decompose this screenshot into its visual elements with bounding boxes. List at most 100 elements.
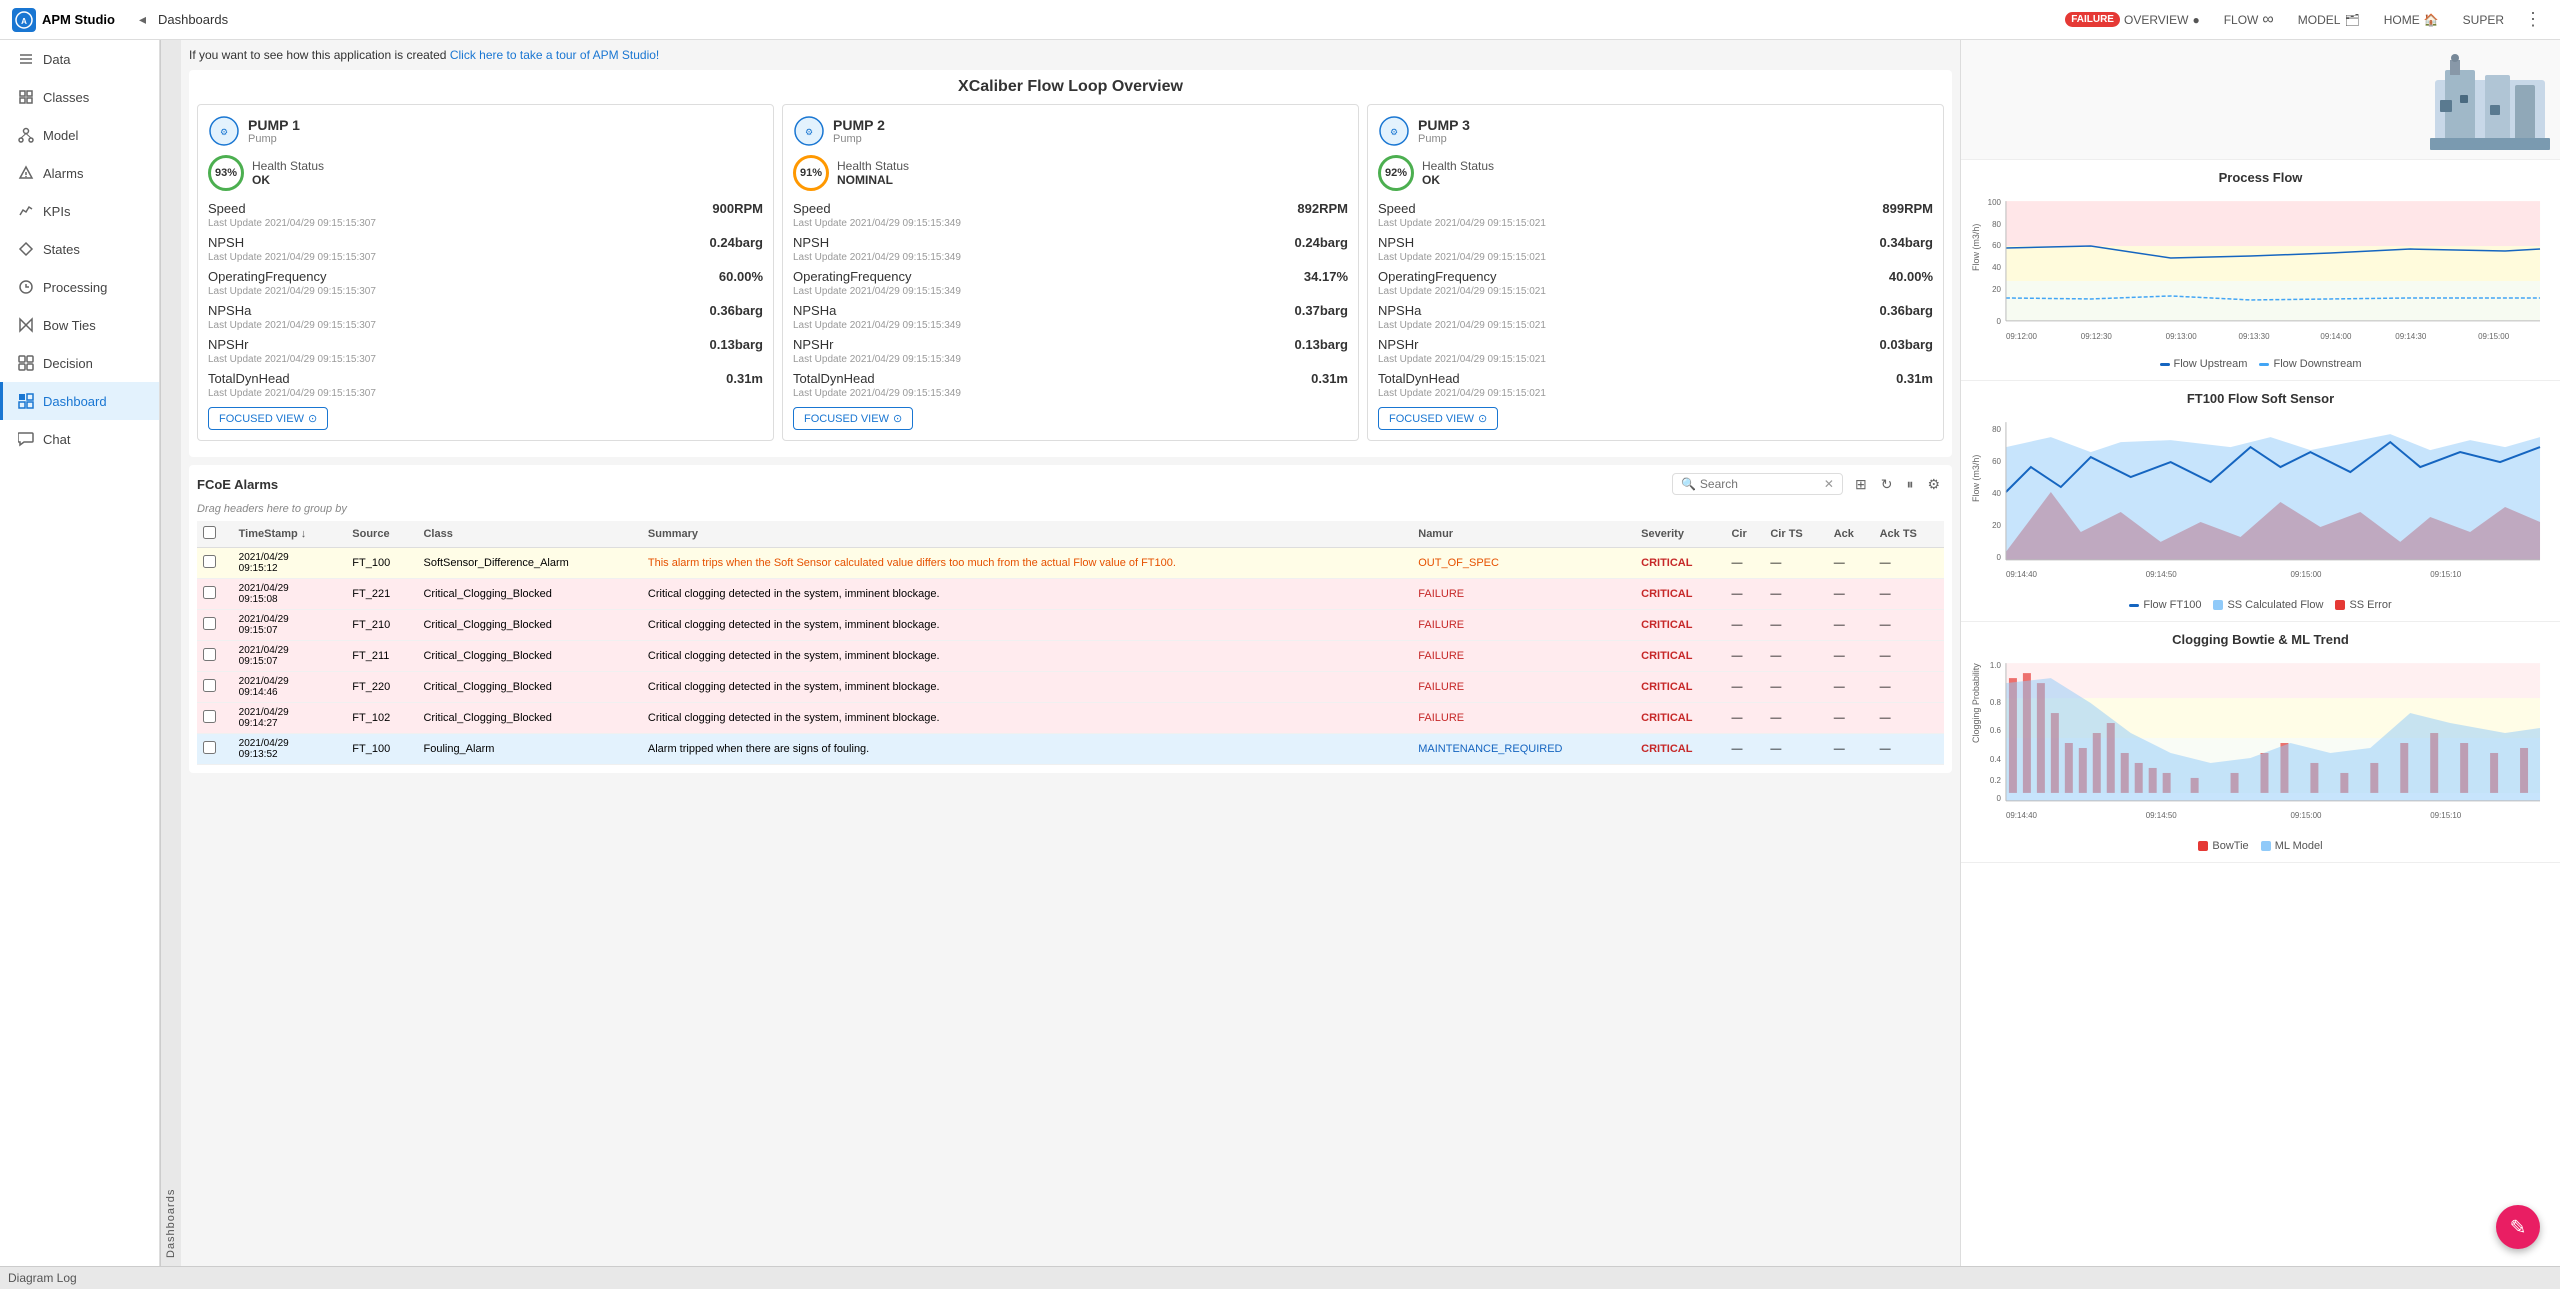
- tab-model[interactable]: MODEL 🗂: [2288, 9, 2370, 31]
- col-ackts[interactable]: Ack TS: [1874, 521, 1944, 548]
- alarm-row-2: 2021/04/2909:15:07 FT_210 Critical_Clogg…: [197, 610, 1944, 641]
- sidebar-item-kpis[interactable]: KPIs: [0, 192, 159, 230]
- refresh-button[interactable]: ↻: [1877, 474, 1897, 495]
- alarm-3-checkbox[interactable]: [203, 648, 216, 661]
- alarm-1-checkbox[interactable]: [203, 586, 216, 599]
- tab-super[interactable]: SUPER: [2453, 9, 2514, 31]
- dashboards-strip[interactable]: Dashboards: [160, 40, 181, 1266]
- svg-text:0.6: 0.6: [1990, 726, 2002, 735]
- sidebar-item-states[interactable]: States: [0, 230, 159, 268]
- svg-text:20: 20: [1992, 521, 2001, 530]
- main-content: If you want to see how this application …: [181, 40, 1960, 1266]
- svg-text:Flow (m3/h): Flow (m3/h): [1971, 224, 1981, 271]
- svg-text:09:14:00: 09:14:00: [2320, 332, 2352, 341]
- pump-3-freq-row: OperatingFrequency 40.00%: [1378, 269, 1933, 284]
- nav-tabs: FAILURE OVERVIEW ● FLOW ∞ MODEL 🗂 HOME 🏠…: [2055, 7, 2548, 33]
- col-namur[interactable]: Namur: [1412, 521, 1635, 548]
- pump-3-icon: ⚙: [1378, 115, 1410, 147]
- alarm-row-6: 2021/04/2909:13:52 FT_100 Fouling_Alarm …: [197, 734, 1944, 765]
- alarm-6-checkbox[interactable]: [203, 741, 216, 754]
- sidebar-item-bowties[interactable]: Bow Ties: [0, 306, 159, 344]
- alarms-search-input[interactable]: [1700, 477, 1820, 491]
- pump-2-focused-btn[interactable]: FOCUSED VIEW ⊙: [793, 407, 913, 430]
- svg-text:40: 40: [1992, 263, 2001, 272]
- alarms-search-box[interactable]: 🔍 ✕: [1672, 473, 1843, 495]
- sidebar-item-processing[interactable]: Processing: [0, 268, 159, 306]
- select-all-checkbox[interactable]: [203, 526, 216, 539]
- col-class[interactable]: Class: [417, 521, 641, 548]
- svg-text:09:12:30: 09:12:30: [2081, 332, 2113, 341]
- search-icon: 🔍: [1681, 477, 1696, 491]
- clear-search-icon[interactable]: ✕: [1824, 477, 1834, 491]
- ft100-legend: Flow FT100 SS Calculated Flow SS Error: [1971, 599, 2550, 611]
- col-checkbox[interactable]: [197, 521, 233, 548]
- col-timestamp[interactable]: TimeStamp ↓: [233, 521, 347, 548]
- fab-edit-button[interactable]: ✎: [2496, 1205, 2540, 1249]
- svg-text:0: 0: [1997, 317, 2002, 326]
- svg-text:09:13:30: 09:13:30: [2239, 332, 2271, 341]
- pump-3-header: ⚙ PUMP 3 Pump: [1378, 115, 1933, 147]
- sidebar-item-alarms[interactable]: Alarms: [0, 154, 159, 192]
- tab-overview[interactable]: FAILURE OVERVIEW ●: [2055, 8, 2210, 31]
- svg-text:09:12:00: 09:12:00: [2006, 332, 2038, 341]
- alarm-0-checkbox[interactable]: [203, 555, 216, 568]
- drag-hint: Drag headers here to group by: [197, 503, 1944, 515]
- col-cir[interactable]: Cir: [1725, 521, 1764, 548]
- sidebar-item-dashboard[interactable]: Dashboard: [0, 382, 159, 420]
- alarms-title: FCoE Alarms: [197, 477, 278, 492]
- pump-3-head-row: TotalDynHead 0.31m: [1378, 371, 1933, 386]
- alarm-row-0: 2021/04/2909:15:12 FT_100 SoftSensor_Dif…: [197, 548, 1944, 579]
- alarms-table-head: TimeStamp ↓ Source Class Summary Namur S…: [197, 521, 1944, 548]
- tour-link[interactable]: Click here to take a tour of APM Studio!: [450, 48, 659, 62]
- process-flow-chart-section: Process Flow Flow (m3/h) 100 80 60 40 2: [1961, 160, 2560, 381]
- sidebar-item-classes[interactable]: Classes: [0, 78, 159, 116]
- sidebar-item-decision[interactable]: Decision: [0, 344, 159, 382]
- app-title: APM Studio: [42, 12, 115, 27]
- sidebar-item-data[interactable]: Data: [0, 40, 159, 78]
- facility-illustration: [2430, 50, 2550, 150]
- sidebar-item-model[interactable]: Model: [0, 116, 159, 154]
- col-ack[interactable]: Ack: [1828, 521, 1874, 548]
- tab-home[interactable]: HOME 🏠: [2374, 9, 2449, 31]
- tab-flow[interactable]: FLOW ∞: [2214, 7, 2284, 33]
- pause-button[interactable]: ⏸: [1902, 474, 1917, 495]
- clogging-title: Clogging Bowtie & ML Trend: [1971, 632, 2550, 647]
- collapse-button[interactable]: ◂: [139, 11, 146, 28]
- pump-3-focused-btn[interactable]: FOCUSED VIEW ⊙: [1378, 407, 1498, 430]
- sidebar-label-model: Model: [43, 128, 78, 143]
- pump-2-icon: ⚙: [793, 115, 825, 147]
- svg-text:09:14:40: 09:14:40: [2006, 811, 2038, 820]
- alarm-5-checkbox[interactable]: [203, 710, 216, 723]
- alarm-2-checkbox[interactable]: [203, 617, 216, 630]
- svg-text:⚙: ⚙: [1390, 127, 1398, 137]
- pump-1-npsh-row: NPSH 0.24barg: [208, 235, 763, 250]
- svg-text:0.2: 0.2: [1990, 776, 2002, 785]
- info-banner: If you want to see how this application …: [189, 48, 1952, 62]
- settings-button[interactable]: ⚙: [1923, 474, 1944, 495]
- alarms-header: FCoE Alarms 🔍 ✕ ⊞ ↻ ⏸ ⚙: [197, 473, 1944, 495]
- sidebar-item-chat[interactable]: Chat: [0, 420, 159, 458]
- alarm-4-checkbox[interactable]: [203, 679, 216, 692]
- data-icon: [17, 50, 35, 68]
- col-source[interactable]: Source: [346, 521, 417, 548]
- ft100-title: FT100 Flow Soft Sensor: [1971, 391, 2550, 406]
- col-summary[interactable]: Summary: [642, 521, 1412, 548]
- more-button[interactable]: ⋮: [2518, 9, 2548, 30]
- pump-1-type: Pump: [248, 133, 300, 145]
- processing-icon: [17, 278, 35, 296]
- svg-text:0.4: 0.4: [1990, 755, 2002, 764]
- pump-cards: ⚙ PUMP 1 Pump 93%: [197, 104, 1944, 441]
- grid-view-button[interactable]: ⊞: [1851, 474, 1871, 495]
- app-logo: A APM Studio: [12, 8, 115, 32]
- top-bar: A APM Studio ◂ Dashboards FAILURE OVERVI…: [0, 0, 2560, 40]
- pump-1-npshr-row: NPSHr 0.13barg: [208, 337, 763, 352]
- svg-text:80: 80: [1992, 220, 2001, 229]
- alarm-row-5: 2021/04/2909:14:27 FT_102 Critical_Clogg…: [197, 703, 1944, 734]
- col-severity[interactable]: Severity: [1635, 521, 1725, 548]
- svg-text:09:15:10: 09:15:10: [2430, 570, 2462, 579]
- pump-1-focused-btn[interactable]: FOCUSED VIEW ⊙: [208, 407, 328, 430]
- pump-2-npsha-row: NPSHa 0.37barg: [793, 303, 1348, 318]
- col-cirts[interactable]: Cir TS: [1764, 521, 1827, 548]
- classes-icon: [17, 88, 35, 106]
- pump-2-npsh-row: NPSH 0.24barg: [793, 235, 1348, 250]
